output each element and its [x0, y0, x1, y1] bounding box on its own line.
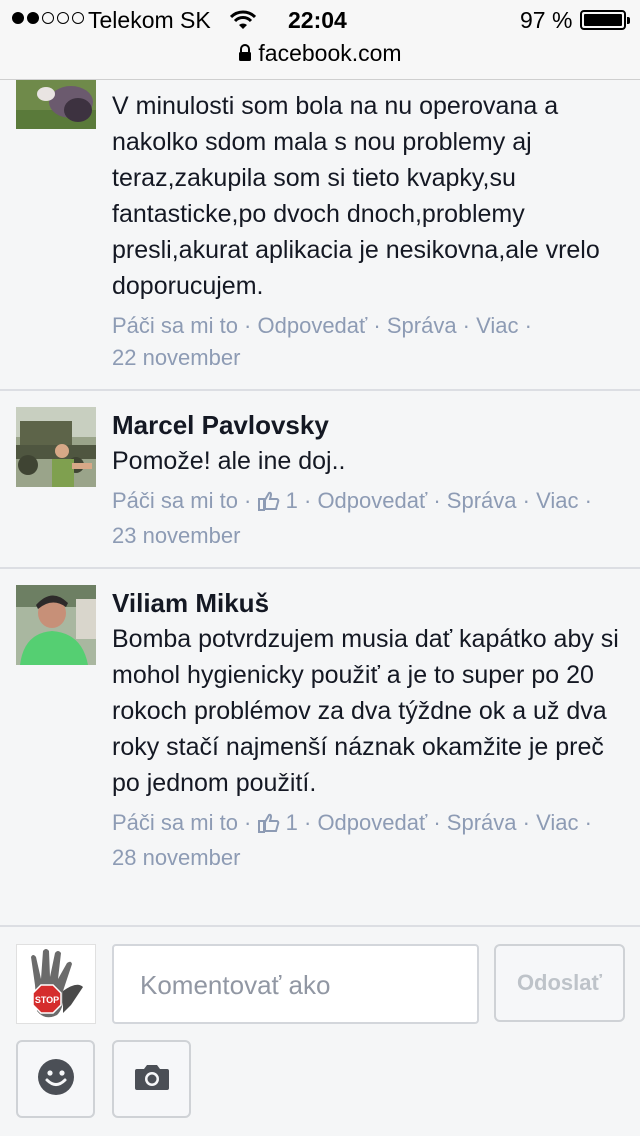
- like-link[interactable]: Páči sa mi to: [112, 488, 238, 513]
- like-count: 1: [285, 488, 298, 513]
- comment-content: Viliam Mikuš Bomba potvrdzujem musia dať…: [112, 585, 622, 874]
- status-bar: Telekom SK 22:04 97 %: [0, 0, 640, 40]
- photo-button[interactable]: [112, 1040, 191, 1118]
- comment-input[interactable]: Komentovať ako: [112, 944, 479, 1024]
- thumbs-up-icon[interactable]: [257, 488, 280, 520]
- comment-actions: Páči sa mi to · 1 · Odpovedať · Správa ·…: [112, 485, 622, 520]
- comment-date[interactable]: 28 november: [112, 842, 622, 874]
- like-link[interactable]: Páči sa mi to: [112, 313, 238, 338]
- battery-icon: [580, 10, 630, 30]
- send-button[interactable]: Odoslať: [494, 944, 625, 1022]
- emoji-button[interactable]: [16, 1040, 95, 1118]
- message-link[interactable]: Správa: [447, 810, 517, 835]
- reply-link[interactable]: Odpovedať: [317, 488, 427, 513]
- url-text: facebook.com: [258, 40, 402, 66]
- signal-strength-icon: [12, 12, 84, 24]
- my-avatar: STOP: [16, 944, 96, 1024]
- comment-content: Marcel Pavlovsky Pomože! ale ine doj.. P…: [112, 407, 622, 552]
- message-link[interactable]: Správa: [447, 488, 517, 513]
- browser-top-bar: Telekom SK 22:04 97 % facebook.com: [0, 0, 640, 80]
- avatar[interactable]: [16, 585, 96, 665]
- comment-date[interactable]: 23 november: [112, 520, 622, 552]
- comment-item: V minulosti som bola na nu operovana a n…: [0, 80, 640, 391]
- lock-icon: [238, 41, 252, 68]
- comment-composer: STOP Komentovať ako Odoslať: [0, 928, 640, 1136]
- avatar[interactable]: [16, 80, 96, 129]
- more-link[interactable]: Viac: [536, 810, 578, 835]
- comment-actions: Páči sa mi to · Odpovedať · Správa · Via…: [112, 313, 532, 338]
- smiley-icon: [36, 1057, 76, 1102]
- more-link[interactable]: Viac: [536, 488, 578, 513]
- comment-item: Marcel Pavlovsky Pomože! ale ine doj.. P…: [0, 391, 640, 569]
- comment-item: Viliam Mikuš Bomba potvrdzujem musia dať…: [0, 569, 640, 927]
- address-bar[interactable]: facebook.com: [0, 40, 640, 70]
- carrier-name: Telekom SK: [88, 7, 211, 33]
- message-link[interactable]: Správa: [387, 313, 457, 338]
- avatar[interactable]: [16, 407, 96, 487]
- comment-date[interactable]: 22 november: [112, 342, 622, 374]
- comment-text: Bomba potvrdzujem musia dať kapátko aby …: [112, 625, 619, 797]
- stop-sign-text: STOP: [35, 995, 59, 1005]
- camera-icon: [133, 1062, 171, 1097]
- reply-link[interactable]: Odpovedať: [317, 810, 427, 835]
- more-link[interactable]: Viac: [476, 313, 518, 338]
- commenter-name[interactable]: Viliam Mikuš: [112, 585, 622, 621]
- like-count: 1: [285, 810, 298, 835]
- battery-percent: 97 %: [520, 7, 573, 33]
- comment-content: V minulosti som bola na nu operovana a n…: [112, 88, 622, 374]
- clock: 22:04: [288, 7, 347, 33]
- reply-link[interactable]: Odpovedať: [258, 313, 368, 338]
- comment-text: Pomože! ale ine doj..: [112, 447, 346, 475]
- thumbs-up-icon[interactable]: [257, 810, 280, 842]
- comment-text: V minulosti som bola na nu operovana a n…: [112, 92, 600, 300]
- wifi-icon: [229, 9, 257, 37]
- commenter-name[interactable]: Marcel Pavlovsky: [112, 407, 622, 443]
- comment-actions: Páči sa mi to · 1 · Odpovedať · Správa ·…: [112, 807, 622, 842]
- like-link[interactable]: Páči sa mi to: [112, 810, 238, 835]
